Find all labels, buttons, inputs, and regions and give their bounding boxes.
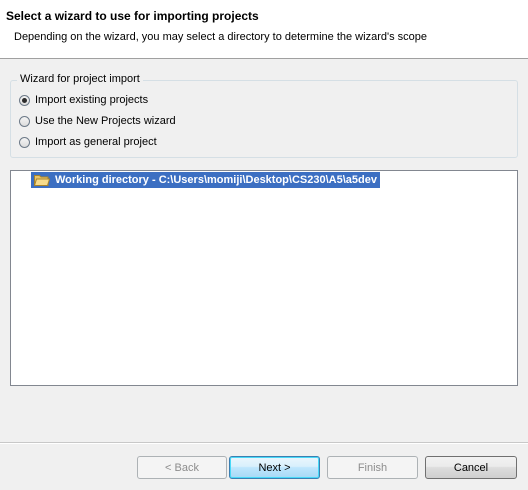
directory-tree[interactable]: Working directory - C:\Users\momiji\Desk… xyxy=(10,170,518,386)
radio-import-as-general-project[interactable]: Import as general project xyxy=(19,134,157,150)
radio-label: Import existing projects xyxy=(35,94,149,106)
wizard-body: Wizard for project import Import existin… xyxy=(0,60,528,442)
page-description: Depending on the wizard, you may select … xyxy=(14,31,427,43)
next-button[interactable]: Next > xyxy=(229,456,320,479)
tree-item-label: Working directory - C:\Users\momiji\Desk… xyxy=(55,174,377,186)
cancel-button[interactable]: Cancel xyxy=(425,456,517,479)
finish-button[interactable]: Finish xyxy=(327,456,418,479)
radio-import-existing-projects[interactable]: Import existing projects xyxy=(19,92,148,108)
radio-label: Use the New Projects wizard xyxy=(35,115,176,127)
radio-button[interactable] xyxy=(19,136,30,148)
back-button[interactable]: < Back xyxy=(137,456,227,479)
radio-button-checked[interactable] xyxy=(19,94,30,106)
wizard-header: Select a wizard to use for importing pro… xyxy=(0,0,528,59)
tree-item-working-directory[interactable]: Working directory - C:\Users\momiji\Desk… xyxy=(31,172,380,188)
page-title: Select a wizard to use for importing pro… xyxy=(6,9,259,23)
group-legend: Wizard for project import xyxy=(17,73,143,85)
radio-use-new-projects-wizard[interactable]: Use the New Projects wizard xyxy=(19,113,176,129)
radio-label: Import as general project xyxy=(35,136,157,148)
wizard-import-group: Wizard for project import Import existin… xyxy=(10,73,518,158)
open-folder-icon xyxy=(34,175,50,186)
footer-divider-highlight xyxy=(0,443,528,444)
radio-button[interactable] xyxy=(19,115,30,127)
